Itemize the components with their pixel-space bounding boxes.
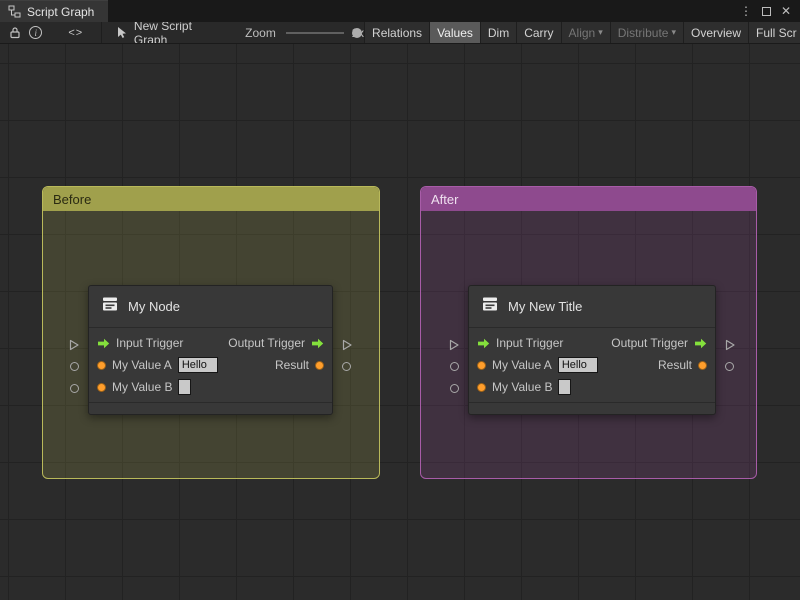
zoom-slider[interactable]	[285, 22, 362, 43]
value-a-port[interactable]	[70, 362, 79, 371]
dim-button[interactable]: Dim	[479, 22, 517, 43]
result-dot-icon[interactable]	[698, 360, 707, 370]
value-a-row: My Value A Result	[89, 354, 332, 376]
value-a-port[interactable]	[450, 362, 459, 371]
value-a-input[interactable]	[177, 357, 218, 373]
graph-toolbar: i <> New Script Graph Zoom 1x Relations …	[0, 22, 800, 44]
value-b-row: My Value B	[469, 376, 715, 398]
align-button[interactable]: Align ▾	[560, 22, 610, 43]
node-footer	[469, 402, 715, 413]
result-dot-icon[interactable]	[315, 360, 324, 370]
value-b-input[interactable]	[558, 379, 572, 395]
value-b-port[interactable]	[70, 384, 79, 393]
node-footer	[89, 402, 332, 413]
trigger-row: Input Trigger Output Trigger	[89, 332, 332, 354]
graph-canvas[interactable]: Before After My Node Input Trigger Outpu…	[0, 44, 800, 600]
group-header[interactable]: After	[421, 187, 756, 211]
chevron-down-icon: ▾	[598, 27, 603, 37]
node-header[interactable]: My New Title	[469, 286, 715, 328]
value-a-label: My Value A	[112, 358, 172, 372]
toolbar-buttons: Relations Values Dim Carry Align ▾ Distr…	[364, 22, 800, 43]
result-label: Result	[657, 358, 692, 372]
trigger-in-icon[interactable]	[477, 338, 490, 349]
zoom-slider-track[interactable]	[285, 31, 345, 34]
value-a-dot-icon[interactable]	[477, 360, 486, 370]
zoom-label: Zoom	[245, 25, 276, 40]
chevron-down-icon: ▾	[671, 27, 676, 37]
overview-button[interactable]: Overview	[682, 22, 748, 43]
group-label: After	[431, 191, 459, 207]
toolbar-divider	[101, 22, 102, 43]
trigger-out-icon[interactable]	[311, 338, 324, 349]
value-b-row: My Value B	[89, 376, 332, 398]
node-my-node[interactable]: My Node Input Trigger Output Trigger My …	[69, 285, 352, 415]
unit-icon	[101, 295, 119, 318]
values-button[interactable]: Values	[429, 22, 480, 43]
value-b-dot-icon[interactable]	[477, 382, 486, 392]
maximize-icon[interactable]	[758, 3, 774, 19]
value-b-label: My Value B	[492, 380, 553, 394]
group-label: Before	[53, 191, 92, 207]
window-menu-icon[interactable]: ⋮	[738, 3, 754, 19]
value-b-input[interactable]	[178, 379, 192, 395]
trigger-row: Input Trigger Output Trigger	[469, 332, 715, 354]
zoom-slider-thumb[interactable]	[351, 27, 362, 38]
code-preview-icon[interactable]: <>	[60, 22, 91, 43]
input-trigger-port[interactable]	[448, 338, 460, 356]
carry-button[interactable]: Carry	[516, 22, 561, 43]
trigger-in-icon[interactable]	[97, 338, 110, 349]
result-port[interactable]	[725, 362, 734, 371]
unit-icon	[481, 295, 499, 318]
graph-breadcrumb[interactable]: New Script Graph	[134, 22, 203, 43]
distribute-button[interactable]: Distribute ▾	[609, 22, 683, 43]
node-my-new-title[interactable]: My New Title Input Trigger Output Trigge…	[449, 285, 735, 415]
fullscreen-button[interactable]: Full Scr	[748, 22, 800, 43]
value-b-dot-icon[interactable]	[97, 382, 106, 392]
result-port[interactable]	[342, 362, 351, 371]
output-trigger-label: Output Trigger	[228, 336, 305, 350]
node-header[interactable]: My Node	[89, 286, 332, 328]
output-trigger-port[interactable]	[341, 338, 353, 356]
result-label: Result	[274, 358, 309, 372]
output-trigger-port[interactable]	[724, 338, 736, 356]
value-a-label: My Value A	[492, 358, 552, 372]
value-a-input[interactable]	[557, 357, 598, 373]
input-trigger-label: Input Trigger	[496, 336, 564, 350]
input-trigger-label: Input Trigger	[116, 336, 184, 350]
node-title: My New Title	[508, 299, 583, 314]
tab-label: Script Graph	[27, 4, 95, 19]
graph-pointer-icon	[116, 22, 128, 43]
value-b-label: My Value B	[112, 380, 173, 394]
output-trigger-label: Output Trigger	[611, 336, 688, 350]
value-a-dot-icon[interactable]	[97, 360, 106, 370]
info-icon[interactable]: i	[29, 22, 43, 43]
titlebar: Script Graph ⋮ ✕	[0, 0, 800, 22]
close-icon[interactable]: ✕	[778, 3, 794, 19]
tab-script-graph[interactable]: Script Graph	[0, 0, 109, 22]
input-trigger-port[interactable]	[68, 338, 80, 356]
value-a-row: My Value A Result	[469, 354, 715, 376]
node-title: My Node	[128, 299, 181, 314]
script-graph-icon	[8, 5, 21, 18]
lock-icon[interactable]	[8, 22, 21, 43]
group-header[interactable]: Before	[43, 187, 379, 211]
value-b-port[interactable]	[450, 384, 459, 393]
trigger-out-icon[interactable]	[694, 338, 707, 349]
relations-button[interactable]: Relations	[364, 22, 430, 43]
window-controls: ⋮ ✕	[738, 0, 800, 22]
